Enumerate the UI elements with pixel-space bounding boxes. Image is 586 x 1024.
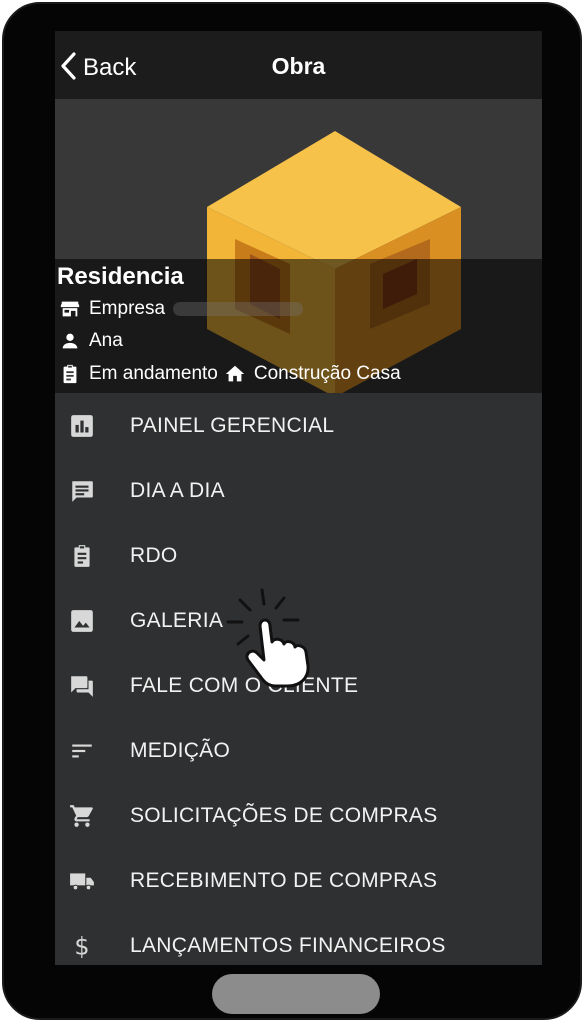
project-type: Construção Casa xyxy=(253,363,401,384)
user-row: Ana xyxy=(59,329,123,353)
menu-item-medicao[interactable]: MEDIÇÃO xyxy=(55,718,542,783)
status-row: Em andamento Construção Casa xyxy=(59,362,401,386)
project-name: Residencia xyxy=(57,263,184,290)
menu-item-label: DIA A DIA xyxy=(130,478,225,502)
menu-item-label: LANÇAMENTOS FINANCEIROS xyxy=(130,933,446,957)
chat-icon xyxy=(69,673,95,699)
sort-lines-icon xyxy=(69,738,95,764)
dollar-icon: $ xyxy=(69,933,95,961)
home-icon xyxy=(224,363,246,385)
menu-item-painel-gerencial[interactable]: PAINEL GERENCIAL xyxy=(55,393,542,458)
app-screen: Back Obra Residencia Empresa Ana Em anda… xyxy=(55,31,542,965)
person-icon xyxy=(59,330,81,352)
navbar: Back Obra xyxy=(55,31,542,99)
menu-item-solicitacoes-de-compras[interactable]: SOLICITAÇÕES DE COMPRAS xyxy=(55,783,542,848)
home-button[interactable] xyxy=(212,974,380,1014)
svg-text:$: $ xyxy=(74,933,89,959)
image-icon xyxy=(69,608,95,634)
company-row: Empresa xyxy=(59,297,304,321)
menu-item-rdo[interactable]: RDO xyxy=(55,523,542,588)
truck-icon xyxy=(69,868,95,894)
menu-list: PAINEL GERENCIAL DIA A DIA RDO GALERIA F… xyxy=(55,393,542,965)
menu-item-fale-com-o-cliente[interactable]: FALE COM O CLIENTE xyxy=(55,653,542,718)
clipboard-icon xyxy=(69,543,95,569)
menu-item-label: GALERIA xyxy=(130,608,224,632)
project-header: Residencia Empresa Ana Em andamento Cons… xyxy=(55,99,542,393)
menu-item-label: RDO xyxy=(130,543,178,567)
shopping-cart-icon xyxy=(69,803,95,829)
menu-item-label: RECEBIMENTO DE COMPRAS xyxy=(130,868,438,892)
store-icon xyxy=(59,298,81,320)
company-name-redacted xyxy=(173,302,304,316)
menu-item-recebimento-de-compras[interactable]: RECEBIMENTO DE COMPRAS xyxy=(55,848,542,913)
menu-item-label: PAINEL GERENCIAL xyxy=(130,413,335,437)
menu-item-label: SOLICITAÇÕES DE COMPRAS xyxy=(130,803,438,827)
company-label: Empresa xyxy=(89,298,166,319)
page-title: Obra xyxy=(271,53,326,79)
menu-item-label: MEDIÇÃO xyxy=(130,738,231,762)
menu-item-dia-a-dia[interactable]: DIA A DIA xyxy=(55,458,542,523)
phone-frame: Back Obra Residencia Empresa Ana Em anda… xyxy=(0,0,586,1024)
bar-chart-icon xyxy=(69,413,95,439)
status-text: Em andamento xyxy=(89,363,218,384)
menu-item-lancamentos-financeiros[interactable]: $ LANÇAMENTOS FINANCEIROS xyxy=(55,913,542,965)
clipboard-icon xyxy=(59,363,81,385)
user-name: Ana xyxy=(89,330,123,351)
menu-item-label: FALE COM O CLIENTE xyxy=(130,673,359,697)
message-icon xyxy=(69,478,95,504)
menu-item-galeria[interactable]: GALERIA xyxy=(55,588,542,653)
